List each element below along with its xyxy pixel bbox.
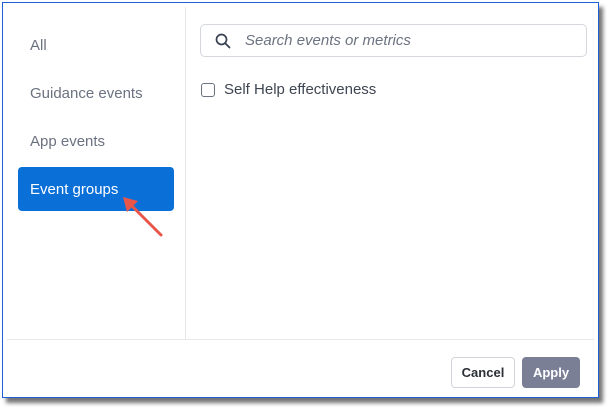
search-input[interactable]: [245, 27, 586, 54]
category-sidebar: All Guidance events App events Event gro…: [7, 7, 186, 339]
event-group-option[interactable]: Self Help effectiveness: [201, 81, 376, 98]
sidebar-item-guidance-events[interactable]: Guidance events: [18, 71, 174, 115]
cancel-button[interactable]: Cancel: [451, 357, 515, 388]
event-picker-dialog: All Guidance events App events Event gro…: [7, 7, 594, 393]
search-box[interactable]: [200, 24, 587, 57]
screenshot-frame: All Guidance events App events Event gro…: [2, 2, 599, 398]
annotation-arrow-icon: [123, 197, 163, 237]
sidebar-item-label: App events: [30, 132, 106, 150]
apply-button[interactable]: Apply: [522, 357, 580, 388]
sidebar-item-app-events[interactable]: App events: [18, 119, 174, 163]
sidebar-item-label: Guidance events: [30, 84, 143, 102]
search-icon: [215, 31, 235, 51]
option-checkbox[interactable]: [201, 82, 215, 97]
sidebar-item-label: Event groups: [30, 180, 119, 198]
sidebar-item-label: All: [30, 36, 47, 54]
option-label: Self Help effectiveness: [224, 81, 377, 98]
sidebar-item-all[interactable]: All: [18, 23, 174, 67]
